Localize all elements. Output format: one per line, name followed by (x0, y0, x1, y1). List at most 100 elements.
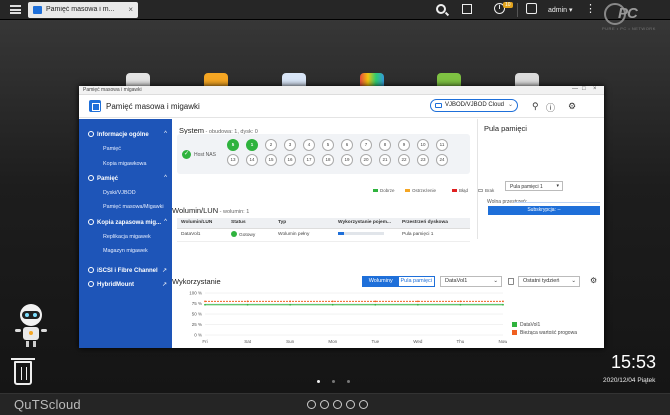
disk-bay[interactable]: 1 (246, 139, 258, 151)
disk-bay[interactable]: 6 (341, 139, 353, 151)
minimize-icon[interactable]: — (572, 86, 578, 92)
storage-app-icon (89, 100, 101, 112)
table-header[interactable]: Status (227, 218, 274, 229)
menu-icon[interactable] (10, 5, 21, 14)
disk-bay[interactable]: 15 (265, 154, 277, 166)
tab-volumes[interactable]: Woluminy (363, 277, 399, 286)
sidebar-section-snapshot-backup[interactable]: Kopia zapasowa mig... (88, 219, 161, 226)
data-point (374, 300, 377, 303)
data-point (459, 303, 462, 306)
sidebar-item-storage[interactable]: Pamięć (103, 146, 121, 152)
tab-storage-pool[interactable]: Pula pamięci (399, 277, 435, 286)
storage-pool-select[interactable]: Pula pamięci 1 ▾ (505, 181, 563, 191)
chevron-up-icon[interactable]: ^ (164, 131, 167, 137)
x-tick-label: Tue (371, 339, 379, 344)
data-point (246, 303, 249, 306)
more-options-icon[interactable]: ⋮ (585, 2, 596, 16)
legend-item: Ostrzeżenie (405, 188, 436, 193)
disk-bay[interactable]: 19 (341, 154, 353, 166)
disk-bay[interactable]: 10 (417, 139, 429, 151)
x-tick-label: Thu (457, 339, 465, 344)
background-tasks-icon[interactable] (462, 4, 472, 14)
table-cell: DataVol1 (177, 228, 227, 242)
dashboard-icon[interactable] (307, 400, 316, 409)
external-link-icon[interactable]: ↗ (162, 267, 167, 274)
data-point (459, 300, 462, 303)
legend-threshold: Bieżąca wartość progowa (512, 330, 577, 336)
disk-bay[interactable]: 16 (284, 154, 296, 166)
disk-bay[interactable]: 9 (398, 139, 410, 151)
disk-bay[interactable]: 23 (417, 154, 429, 166)
disk-bay[interactable]: 3 (284, 139, 296, 151)
sidebar-section-storage[interactable]: Pamięć (88, 175, 118, 182)
robot-assistant-icon[interactable] (10, 301, 52, 349)
sidebar-section-overview[interactable]: Informacje ogólne (88, 131, 149, 138)
table-header[interactable]: Przestrzeń dyskowa (398, 218, 470, 229)
data-point (204, 303, 206, 306)
clock-time: 15:53 (611, 352, 657, 372)
table-header[interactable]: Typ (274, 218, 334, 229)
sidebar-link-iscsi[interactable]: iSCSI i Fibre Channel (88, 267, 158, 274)
status-ok-icon: ✓ (182, 150, 191, 159)
usage-volume-select[interactable]: DataVol1 ⌄ (440, 276, 502, 287)
apps-grid-icon[interactable] (359, 400, 368, 409)
desktop-page-indicator[interactable] (317, 379, 362, 385)
disk-bay[interactable]: 13 (227, 154, 239, 166)
delete-icon[interactable] (508, 278, 514, 285)
disk-bay[interactable]: 22 (398, 154, 410, 166)
search-icon[interactable]: ⚲ (532, 101, 539, 112)
sidebar-item-snapshot-replication[interactable]: Replikacja migawek (103, 234, 151, 240)
sidebar-item-storage-snapshots[interactable]: Pamięć masowa/Migawki (103, 204, 164, 210)
close-icon[interactable]: × (593, 86, 597, 92)
notifications-icon[interactable] (320, 400, 329, 409)
user-menu[interactable]: admin ▾ (548, 6, 573, 14)
disk-bay[interactable]: 11 (436, 139, 448, 151)
table-header[interactable]: Wykorzystanie pojem... (334, 218, 398, 229)
disk-bay[interactable]: 21 (379, 154, 391, 166)
disk-bay[interactable]: 18 (322, 154, 334, 166)
disk-bay[interactable]: 24 (436, 154, 448, 166)
tab-close-icon[interactable]: × (128, 5, 133, 14)
add-icon[interactable] (346, 400, 355, 409)
sidebar-link-hybridmount[interactable]: HybridMount (88, 281, 134, 288)
disk-bay[interactable]: 7 (360, 139, 372, 151)
sidebar: Informacje ogólne ^ Pamięć Kopia migawko… (79, 119, 172, 348)
x-tick-label: Sat (244, 339, 252, 344)
data-point (416, 303, 419, 306)
qfinder-icon[interactable] (333, 400, 342, 409)
window-titlebar[interactable]: Pamięć masowa i migawki — □ × (79, 86, 604, 95)
table-row[interactable]: DataVol1 Gotowy Wolumin pełny Pula pamięci … (177, 228, 470, 242)
disk-bay[interactable]: 20 (360, 154, 372, 166)
data-point (331, 300, 334, 303)
subscription-button[interactable]: Subskrypcja: -- (488, 206, 600, 215)
chart-settings-icon[interactable]: ⚙ (590, 276, 597, 285)
disk-bay[interactable]: 5 (227, 139, 239, 151)
x-tick-label: Wed (413, 339, 423, 344)
disk-bay[interactable]: 14 (246, 154, 258, 166)
storage-pool-title: Pula pamięci (484, 124, 527, 133)
app-tab-storage[interactable]: Pamięć masowa i m... × (28, 2, 138, 18)
sidebar-item-disks-vjbod[interactable]: Dyski/VJBOD (103, 190, 136, 196)
user-icon[interactable] (526, 3, 537, 14)
usage-range-select[interactable]: Ostatni tydzień ⌄ (518, 276, 580, 287)
disk-bay[interactable]: 17 (303, 154, 315, 166)
sidebar-item-snapshot-backup[interactable]: Kopia migawkowa (103, 161, 146, 167)
disk-bay[interactable]: 8 (379, 139, 391, 151)
data-point (502, 303, 504, 306)
disk-bay[interactable]: 2 (265, 139, 277, 151)
trash-bin-icon[interactable] (11, 358, 35, 385)
search-icon[interactable] (436, 4, 446, 14)
chevron-down-icon: ⌄ (571, 278, 576, 284)
maximize-icon[interactable]: □ (582, 86, 586, 92)
settings-gear-icon[interactable]: ⚙ (568, 101, 576, 112)
chevron-up-icon[interactable]: ^ (164, 219, 167, 225)
chevron-up-icon[interactable]: ^ (164, 175, 167, 181)
sidebar-item-snapshot-vault[interactable]: Magazyn migawek (103, 248, 148, 254)
vjbod-cloud-select[interactable]: VJBOD/VJBOD Cloud ⌄ (430, 99, 518, 112)
external-link-icon[interactable]: ↗ (162, 281, 167, 288)
disk-bay[interactable]: 4 (303, 139, 315, 151)
page-title: Pamięć masowa i migawki (106, 102, 200, 111)
table-header[interactable]: Wolumin/LUN (177, 218, 227, 229)
disk-bay[interactable]: 5 (322, 139, 334, 151)
help-icon[interactable]: ⓘ (546, 101, 555, 114)
